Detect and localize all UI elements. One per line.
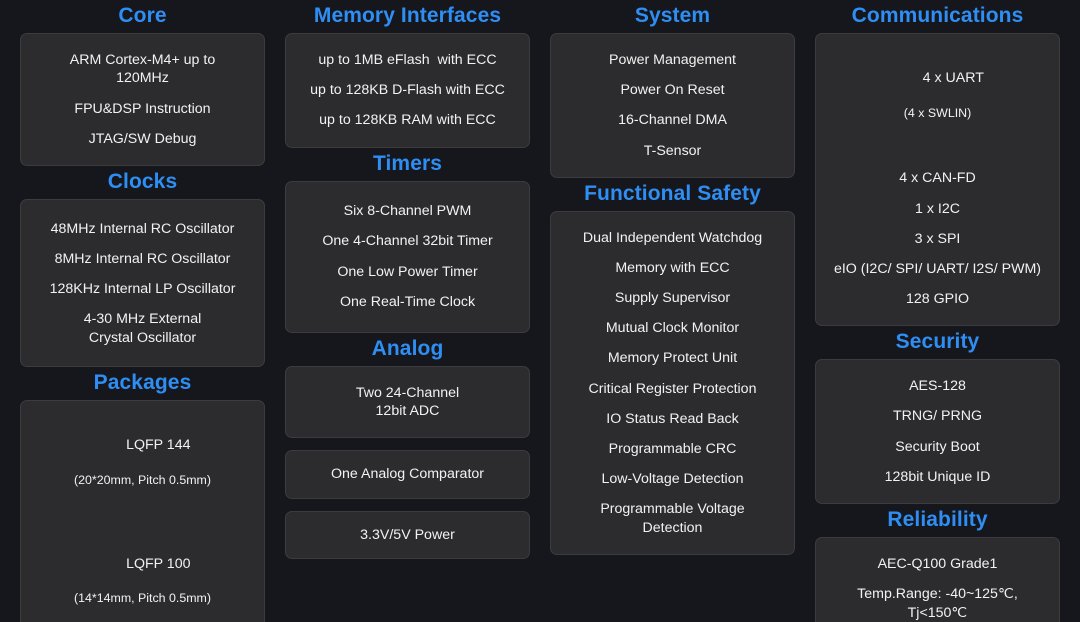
item-fusa-6: IO Status Read Back [604,404,740,434]
group-title-core: Core [20,0,265,33]
column-memory-timers-analog: Memory Interfaces up to 1MB eFlash with … [275,0,540,559]
item-clocks-3: 4-30 MHz External Crystal Oscillator [82,304,203,353]
item-analog-0: Two 24-Channel 12bit ADC [354,378,461,427]
item-system-2: 16-Channel DMA [616,105,729,135]
panel-analog-comparator: One Analog Comparator [285,450,530,498]
item-clocks-0: 48MHz Internal RC Oscillator [49,214,237,244]
item-packages-1: LQFP 100 (14*14mm, Pitch 0.5mm) [72,531,213,622]
group-title-timers: Timers [285,148,530,181]
item-timers-1: One 4-Channel 32bit Timer [320,226,494,256]
group-title-system: System [550,0,795,33]
item-comms-0-sub: (4 x SWLIN) [891,106,984,122]
item-comms-0-label: 4 x UART [923,70,984,86]
item-timers-2: One Low Power Timer [335,257,479,287]
item-packages-0-sub: (20*20mm, Pitch 0.5mm) [74,473,211,489]
item-analog-1: One Analog Comparator [329,459,486,489]
group-title-security: Security [815,326,1060,359]
item-memif-1: up to 128KB D-Flash with ECC [308,75,507,105]
item-analog-2: 3.3V/5V Power [358,520,457,550]
group-title-memory-interfaces: Memory Interfaces [285,0,530,33]
item-security-0: AES-128 [907,371,968,401]
item-fusa-7: Programmable CRC [607,434,739,464]
column-communications-security-reliability: Communications 4 x UART (4 x SWLIN) 4 x … [805,0,1070,622]
group-title-clocks: Clocks [20,166,265,199]
panel-clocks: 48MHz Internal RC Oscillator 8MHz Intern… [20,199,265,367]
item-clocks-2: 128KHz Internal LP Oscillator [48,274,238,304]
item-fusa-8: Low-Voltage Detection [600,464,746,494]
panel-packages: LQFP 144 (20*20mm, Pitch 0.5mm) LQFP 100… [20,400,265,622]
group-title-functional-safety: Functional Safety [550,178,795,211]
group-title-communications: Communications [815,0,1060,33]
item-comms-3: 3 x SPI [913,224,963,254]
group-title-analog: Analog [285,333,530,366]
column-core-clocks-packages: Core ARM Cortex-M4+ up to 120MHz FPU&DSP… [10,0,275,622]
panel-analog-power: 3.3V/5V Power [285,511,530,559]
feature-board: Core ARM Cortex-M4+ up to 120MHz FPU&DSP… [0,0,1080,622]
panel-communications: 4 x UART (4 x SWLIN) 4 x CAN-FD 1 x I2C … [815,33,1060,326]
item-fusa-5: Critical Register Protection [587,374,759,404]
panel-functional-safety: Dual Independent Watchdog Memory with EC… [550,211,795,555]
item-comms-5: 128 GPIO [904,284,971,314]
item-packages-0: LQFP 144 (20*20mm, Pitch 0.5mm) [72,412,213,530]
panel-security: AES-128 TRNG/ PRNG Security Boot 128bit … [815,359,1060,504]
panel-timers: Six 8-Channel PWM One 4-Channel 32bit Ti… [285,181,530,333]
item-comms-4: eIO (I2C/ SPI/ UART/ I2S/ PWM) [832,254,1043,284]
item-system-1: Power On Reset [618,75,726,105]
item-fusa-0: Dual Independent Watchdog [581,223,764,253]
item-packages-1-label: LQFP 100 [126,556,190,572]
item-packages-1-sub: (14*14mm, Pitch 0.5mm) [74,591,211,607]
item-reliability-0: AEC-Q100 Grade1 [876,549,1000,579]
item-comms-2: 1 x I2C [913,194,962,224]
item-fusa-4: Memory Protect Unit [606,343,739,373]
item-reliability-1: Temp.Range: -40~125℃, Tj<150℃ [855,579,1020,622]
item-memif-0: up to 1MB eFlash with ECC [316,45,498,75]
panel-reliability: AEC-Q100 Grade1 Temp.Range: -40~125℃, Tj… [815,537,1060,622]
group-title-packages: Packages [20,367,265,400]
item-core-0: ARM Cortex-M4+ up to 120MHz [68,45,217,94]
item-system-3: T-Sensor [642,136,704,166]
item-fusa-9: Programmable Voltage Detection [598,494,746,543]
item-comms-0: 4 x UART (4 x SWLIN) [889,45,986,163]
item-core-2: JTAG/SW Debug [87,124,199,154]
group-title-reliability: Reliability [815,504,1060,537]
item-memif-2: up to 128KB RAM with ECC [317,105,498,135]
item-core-1: FPU&DSP Instruction [72,94,212,124]
panel-analog-adc: Two 24-Channel 12bit ADC [285,366,530,439]
item-security-1: TRNG/ PRNG [891,401,984,431]
item-clocks-1: 8MHz Internal RC Oscillator [53,244,233,274]
item-fusa-3: Mutual Clock Monitor [604,313,741,343]
panel-memory-interfaces: up to 1MB eFlash with ECC up to 128KB D-… [285,33,530,148]
item-comms-1: 4 x CAN-FD [897,163,977,193]
panel-system: Power Management Power On Reset 16-Chann… [550,33,795,178]
item-fusa-1: Memory with ECC [613,253,731,283]
column-system-functional-safety: System Power Management Power On Reset 1… [540,0,805,555]
item-packages-0-label: LQFP 144 [126,437,190,453]
item-timers-3: One Real-Time Clock [338,287,477,317]
item-security-2: Security Boot [893,432,981,462]
item-system-0: Power Management [607,45,738,75]
item-security-3: 128bit Unique ID [883,462,993,492]
item-fusa-2: Supply Supervisor [613,283,732,313]
item-timers-0: Six 8-Channel PWM [342,196,474,226]
panel-core: ARM Cortex-M4+ up to 120MHz FPU&DSP Inst… [20,33,265,166]
